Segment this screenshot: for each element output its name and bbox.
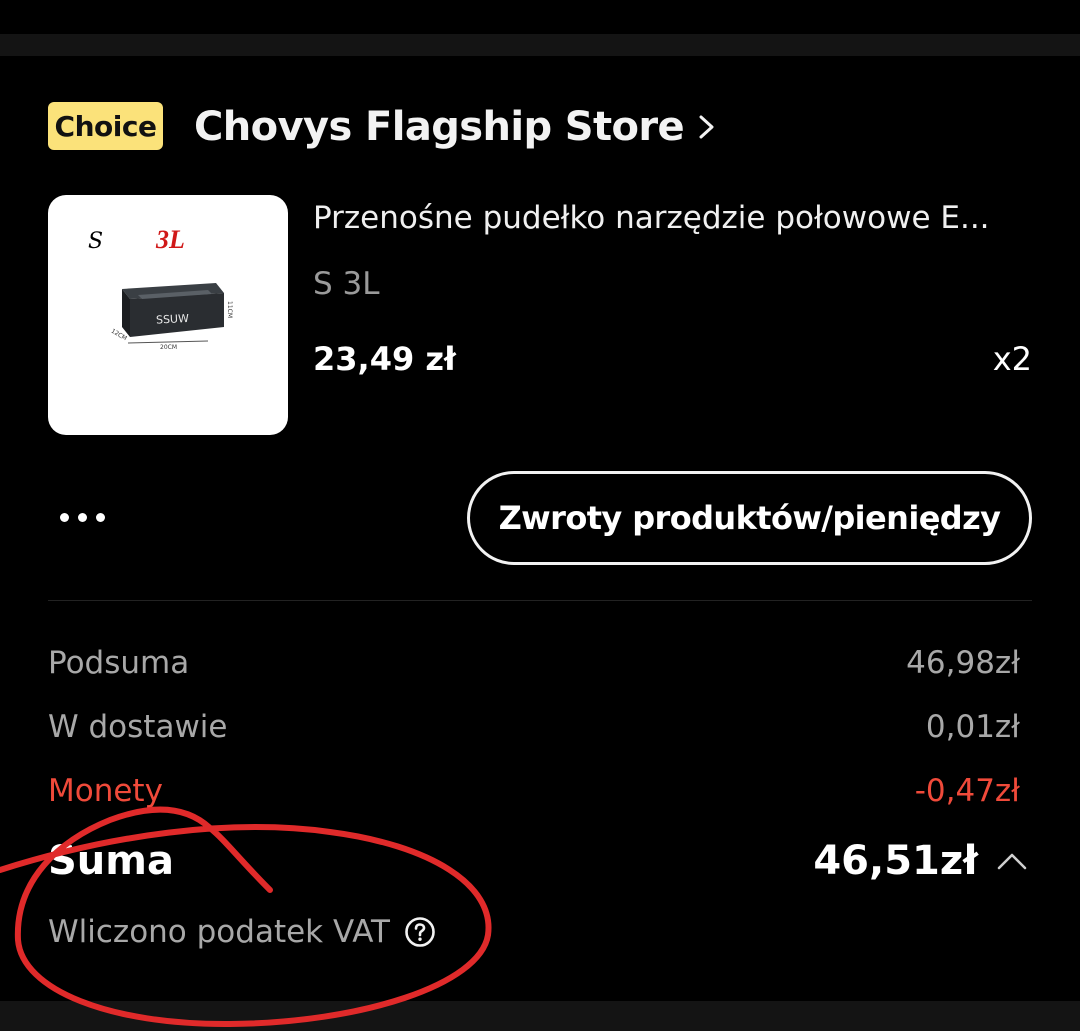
coins-row: Monety -0,47zł: [48, 773, 1020, 809]
shipping-value: 0,01zł: [925, 709, 1020, 745]
product-image-capacity-label: 3L: [156, 225, 185, 254]
product-image-height-label: 11CM: [226, 301, 233, 318]
chevron-right-icon: [699, 115, 714, 139]
quantity: x2: [992, 340, 1032, 378]
dot: [60, 512, 69, 522]
question-circle-icon[interactable]: [404, 916, 436, 948]
product-image-brand-label: SSUW: [156, 312, 190, 327]
total-value: 46,51zł: [813, 838, 978, 884]
coins-value: -0,47zł: [914, 773, 1020, 809]
vat-note: Wliczono podatek VAT: [48, 914, 436, 950]
store-link[interactable]: Chovys Flagship Store: [194, 100, 716, 154]
coins-label: Monety: [48, 773, 163, 809]
subtotal-row: Podsuma 46,98zł: [48, 645, 1020, 681]
subtotal-label: Podsuma: [48, 645, 190, 681]
product-title[interactable]: Przenośne pudełko narzędzie połowowe E..…: [313, 200, 1033, 236]
chevron-up-icon[interactable]: [996, 846, 1028, 878]
more-horizontal-icon[interactable]: [60, 504, 110, 530]
top-spacer: [0, 0, 1080, 34]
product-image-size-label: S: [88, 229, 104, 254]
product-image[interactable]: S 3L SSUW 20CM 12CM 11CM: [48, 195, 288, 435]
store-name: Chovys Flagship Store: [194, 104, 685, 150]
section-separator-bottom: [0, 1001, 1080, 1031]
refund-button[interactable]: Zwroty produktów/pieniędzy: [467, 471, 1032, 565]
section-separator-top: [0, 34, 1080, 56]
unit-price: 23,49 zł: [313, 340, 456, 378]
total-label: Suma: [48, 838, 174, 884]
dot: [96, 512, 105, 522]
subtotal-value: 46,98zł: [906, 645, 1020, 681]
product-image-width-label: 20CM: [160, 344, 177, 351]
product-variant: S 3L: [313, 266, 380, 302]
vat-note-text: Wliczono podatek VAT: [48, 914, 390, 950]
dot: [78, 512, 87, 522]
choice-badge: Choice: [48, 102, 163, 150]
tackle-box-illustration: SSUW 20CM 12CM 11CM: [110, 283, 233, 351]
shipping-label: W dostawie: [48, 709, 228, 745]
divider: [48, 600, 1032, 601]
shipping-row: W dostawie 0,01zł: [48, 709, 1020, 745]
